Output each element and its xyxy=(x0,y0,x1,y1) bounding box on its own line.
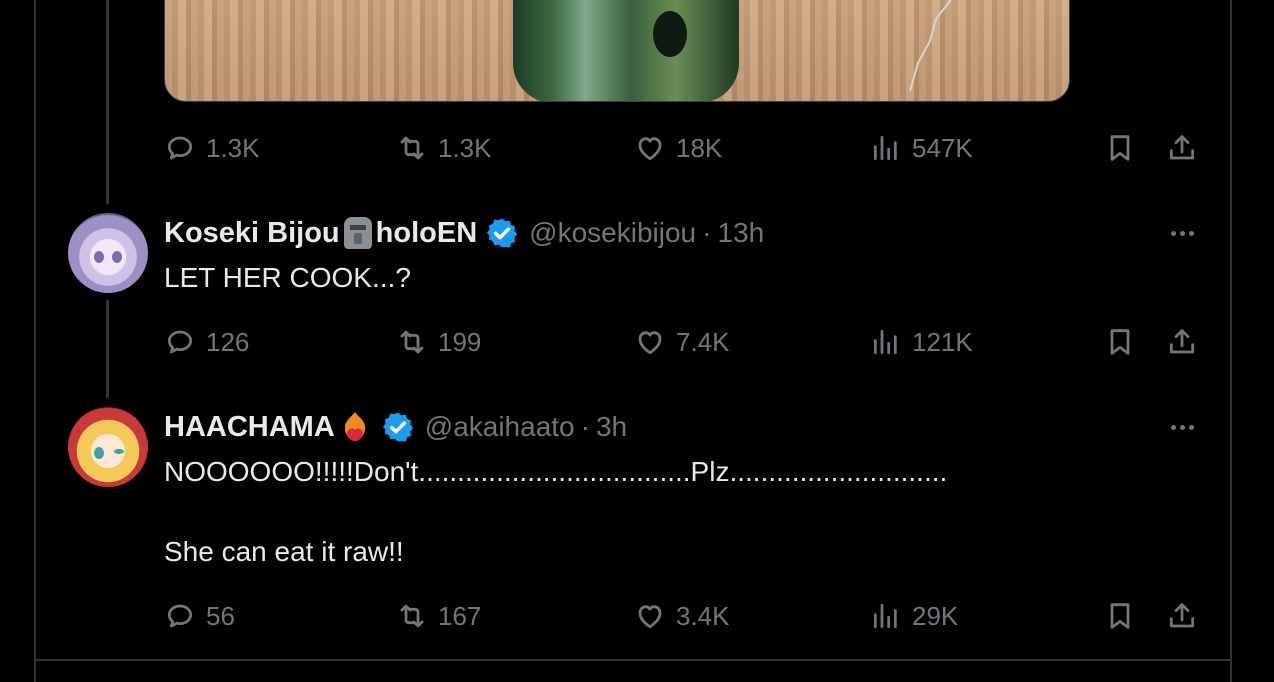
bookmark-icon xyxy=(1110,329,1130,355)
avatar[interactable] xyxy=(68,407,148,487)
display-name[interactable]: HAACHAMA xyxy=(164,411,335,444)
thread-line xyxy=(106,300,109,398)
like-count: 7.4K xyxy=(676,326,730,357)
bookmark-button[interactable] xyxy=(1104,598,1136,634)
display-name[interactable]: Koseki Bijou xyxy=(164,217,340,250)
post-image[interactable] xyxy=(164,0,1070,102)
image-crack xyxy=(909,0,952,91)
share-icon xyxy=(1169,135,1195,160)
avatar-eye xyxy=(114,449,124,454)
more-icon xyxy=(1170,230,1176,236)
post-text-line-2: She can eat it raw!! xyxy=(164,536,404,567)
like-icon xyxy=(638,137,662,161)
reply-icon xyxy=(167,604,193,628)
repost-icon xyxy=(400,330,424,354)
post-text-line-1: NOOOOOO!!!!!Don't.......................… xyxy=(164,456,948,487)
bookmark-button[interactable] xyxy=(1104,130,1136,166)
share-button[interactable] xyxy=(1166,598,1198,634)
post-actions: 126 199 7.4K 121K xyxy=(164,324,1204,360)
reply-button[interactable]: 126 xyxy=(164,324,249,360)
display-name-suffix[interactable]: holoEN xyxy=(376,217,478,250)
repost-button[interactable]: 167 xyxy=(396,598,481,634)
like-button[interactable]: 3.4K xyxy=(634,598,730,634)
avatar-eye xyxy=(94,251,104,263)
more-button[interactable] xyxy=(1164,218,1200,248)
reply-button[interactable]: 1.3K xyxy=(164,130,260,166)
bookmark-button[interactable] xyxy=(1104,324,1136,360)
repost-count: 199 xyxy=(438,326,482,357)
views-button[interactable]: 547K xyxy=(870,130,973,166)
share-button[interactable] xyxy=(1166,324,1198,360)
post-actions: 1.3K 1.3K 18K 547K xyxy=(164,130,1204,166)
image-spot xyxy=(653,11,687,57)
bookmark-icon xyxy=(1110,135,1130,161)
user-handle[interactable]: @kosekibijou xyxy=(529,217,696,249)
repost-icon xyxy=(400,604,424,628)
share-icon xyxy=(1169,603,1195,628)
reply-icon xyxy=(167,136,193,160)
post-divider xyxy=(34,659,1232,661)
verified-badge-icon xyxy=(486,218,518,248)
thread-line xyxy=(106,0,109,204)
share-button[interactable] xyxy=(1166,130,1198,166)
like-button[interactable]: 7.4K xyxy=(634,324,730,360)
post-time[interactable]: 3h xyxy=(596,411,627,443)
repost-button[interactable]: 1.3K xyxy=(396,130,492,166)
like-icon xyxy=(638,331,662,355)
repost-icon xyxy=(400,136,424,160)
image-cucumber xyxy=(513,0,739,101)
views-icon xyxy=(873,329,897,355)
views-count: 121K xyxy=(912,326,973,357)
avatar-eye xyxy=(94,447,104,459)
heart-on-fire-emoji-icon xyxy=(344,412,365,441)
avatar-eye xyxy=(112,251,122,263)
like-count: 3.4K xyxy=(676,600,730,631)
verified-badge-icon xyxy=(382,412,413,442)
bookmark-icon xyxy=(1110,603,1130,629)
post-actions: 56 167 3.4K 29K xyxy=(164,598,1204,634)
like-button[interactable]: 18K xyxy=(634,130,722,166)
separator-dot: · xyxy=(580,411,590,442)
views-icon xyxy=(873,135,897,161)
more-button[interactable] xyxy=(1164,412,1200,442)
reply-count: 1.3K xyxy=(206,132,260,163)
user-handle[interactable]: @akaihaato xyxy=(425,411,575,443)
reply-button[interactable]: 56 xyxy=(164,598,235,634)
post-text: LET HER COOK...? xyxy=(164,262,411,293)
reply-count: 56 xyxy=(206,600,235,631)
like-icon xyxy=(638,605,662,629)
post-time[interactable]: 13h xyxy=(717,217,764,249)
share-icon xyxy=(1169,329,1195,354)
like-count: 18K xyxy=(676,132,723,163)
repost-count: 167 xyxy=(438,600,482,631)
reply-icon xyxy=(167,330,193,354)
post-header: HAACHAMA @akaihaato · 3h xyxy=(164,407,627,447)
repost-count: 1.3K xyxy=(438,132,492,163)
views-icon xyxy=(873,603,897,629)
post-header: Koseki Bijou holoEN @kosekibijou · 13h xyxy=(164,213,764,253)
reply-count: 126 xyxy=(206,326,250,357)
more-icon xyxy=(1170,424,1176,430)
views-button[interactable]: 29K xyxy=(870,598,958,634)
repost-button[interactable]: 199 xyxy=(396,324,481,360)
views-button[interactable]: 121K xyxy=(870,324,973,360)
views-count: 547K xyxy=(912,132,973,163)
moai-emoji-icon xyxy=(343,217,372,249)
avatar[interactable] xyxy=(68,213,148,293)
views-count: 29K xyxy=(912,600,959,631)
separator-dot: · xyxy=(702,217,712,248)
